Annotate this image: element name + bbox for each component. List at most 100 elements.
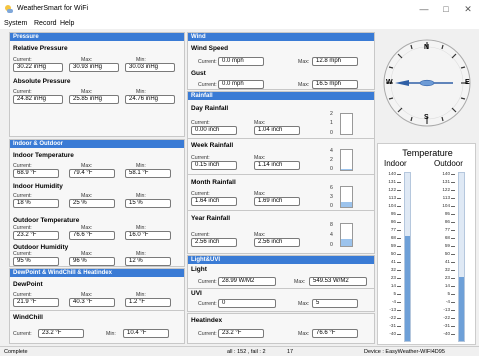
- absolute-current-field: 24.82 inHg: [13, 95, 63, 104]
- thermometer-tick: [397, 254, 401, 255]
- year-rain-gauge: [340, 223, 353, 247]
- light-uvi-section: Light&UVI Light Current: 28.99 W/M2 Max:…: [187, 255, 375, 312]
- thermometer-tick: [397, 302, 401, 303]
- uvi-max: 5: [312, 299, 358, 308]
- wind-section: Wind Wind Speed Current: 0.0 mph Max: 12…: [187, 32, 375, 90]
- thermometer-tick-label: 140: [442, 171, 450, 176]
- indoor-hum-current: 18 %: [13, 199, 59, 208]
- thermometer-tick-label: -40: [389, 331, 396, 336]
- windchill-min: 10.4 °F: [123, 329, 169, 338]
- thermometer-tick-label: -22: [389, 315, 396, 320]
- thermometer-tick-label: 41: [390, 259, 396, 264]
- indoor-thermometer: [404, 172, 411, 342]
- thermometer-tick: [451, 230, 455, 231]
- outdoor-thermometer: [458, 172, 465, 342]
- week-rain-gauge: [340, 149, 353, 171]
- thermometer-tick: [397, 278, 401, 279]
- heatindex-section: Heatindex Current: 23.2 °F Max: 76.6 °F: [187, 313, 375, 344]
- menu-record[interactable]: Record: [34, 20, 57, 27]
- thermometer-tick: [397, 198, 401, 199]
- menu-system[interactable]: System: [4, 20, 27, 27]
- rain-scale-tick: 0: [330, 203, 333, 209]
- rain-scale-tick: 2: [330, 111, 333, 117]
- thermometer-tick-label: 23: [390, 275, 396, 280]
- indoor-temp-title: Indoor Temperature: [13, 152, 74, 159]
- min-label: Min:: [106, 331, 116, 337]
- divider: [188, 210, 374, 211]
- thermometer-tick-label: 50: [390, 251, 396, 256]
- status-counts: all : 152 , fail : 2: [227, 349, 266, 355]
- wind-speed-max: 12.8 mph: [312, 57, 358, 66]
- outdoor-hum-current: 95 %: [13, 257, 59, 266]
- thermometer-tick: [451, 262, 455, 263]
- wind-header: Wind: [188, 33, 374, 41]
- thermometer-tick: [397, 174, 401, 175]
- thermometer-tick: [397, 294, 401, 295]
- menu-bar: System Record Help: [0, 18, 479, 29]
- thermometer-tick-label: 122: [442, 187, 450, 192]
- thermometer-tick: [451, 238, 455, 239]
- outdoor-scale: 140 131 122 113 104 95 86 77 68 59 50 41 32 23 14 5 -4 -1…: [434, 144, 455, 346]
- thermometer-tick-label: 104: [388, 203, 396, 208]
- pressure-header: Pressure: [10, 33, 184, 41]
- rain-scale-tick: 4: [330, 148, 333, 154]
- thermometer-tick: [451, 310, 455, 311]
- thermometer-tick-label: 86: [444, 219, 450, 224]
- menu-help[interactable]: Help: [60, 20, 74, 27]
- thermometer-tick: [397, 182, 401, 183]
- relative-current-field: 30.22 inHg: [13, 63, 63, 72]
- thermometer-tick: [397, 190, 401, 191]
- thermometer-tick-label: 14: [390, 283, 396, 288]
- gust-title: Gust: [191, 70, 206, 77]
- indoor-temp-min: 58.1 °F: [125, 169, 171, 178]
- indoor-outdoor-header: Indoor & Outdoor: [10, 140, 184, 148]
- close-button[interactable]: ✕: [458, 3, 478, 15]
- max-label: Max:: [298, 301, 310, 307]
- thermometer-tick-label: 140: [388, 171, 396, 176]
- thermometer-tick: [451, 206, 455, 207]
- thermometer-tick-label: 14: [444, 283, 450, 288]
- current-label: Current:: [13, 331, 32, 337]
- thermometer-tick-label: 23: [444, 275, 450, 280]
- current-label: Current:: [198, 59, 217, 65]
- temperature-panel: Temperature Indoor Outdoor 140 131 122 113 1…: [377, 143, 476, 345]
- indoor-hum-title: Indoor Humidity: [13, 183, 63, 190]
- heatindex-max: 76.6 °F: [312, 329, 358, 338]
- thermometer-tick: [451, 294, 455, 295]
- month-rainfall-title: Month Rainfall: [191, 179, 236, 186]
- outdoor-temp-min: 16.0 °F: [125, 231, 171, 240]
- thermometer-tick-label: 113: [442, 195, 450, 200]
- thermometer-tick-label: -31: [389, 323, 396, 328]
- relative-max-field: 30.93 inHg: [69, 63, 119, 72]
- indoor-scale: 140 131 122 113 104 95 86 77 68 59 50 41 32 23 14 5 -4 -1…: [380, 144, 401, 346]
- thermometer-tick-label: 95: [444, 211, 450, 216]
- thermometer-tick-label: 113: [388, 195, 396, 200]
- indoor-thermometer-fill: [405, 236, 410, 341]
- maximize-button[interactable]: □: [436, 3, 456, 15]
- thermometer-tick-label: 95: [390, 211, 396, 216]
- thermometer-tick-label: 41: [444, 259, 450, 264]
- pressure-section: Pressure Relative Pressure Current: Max:…: [9, 32, 185, 137]
- thermometer-tick: [397, 222, 401, 223]
- compass-north: N: [424, 44, 430, 51]
- thermometer-tick-label: -4: [445, 299, 450, 304]
- dewpoint-title: DewPoint: [13, 281, 43, 288]
- outdoor-hum-min: 12 %: [125, 257, 171, 266]
- heatindex-current: 23.2 °F: [218, 329, 264, 338]
- thermometer-tick: [451, 214, 455, 215]
- rain-scale-tick: 1: [330, 120, 333, 126]
- minimize-button[interactable]: —: [414, 3, 434, 15]
- thermometer-tick: [397, 286, 401, 287]
- indoor-temp-max: 79.4 °F: [69, 169, 115, 178]
- thermometer-tick-label: 68: [444, 235, 450, 240]
- year-rain-gauge-fill: [341, 239, 352, 246]
- thermometer-tick: [451, 246, 455, 247]
- compass-east: E: [465, 79, 470, 86]
- thermometer-tick: [397, 206, 401, 207]
- current-label: Current:: [198, 301, 217, 307]
- outdoor-hum-title: Outdoor Humidity: [13, 244, 69, 251]
- divider: [188, 138, 374, 139]
- max-label: Max:: [298, 59, 310, 65]
- title-bar: WeatherSmart for WiFi — □ ✕: [0, 0, 479, 18]
- thermometer-tick-label: 32: [444, 267, 450, 272]
